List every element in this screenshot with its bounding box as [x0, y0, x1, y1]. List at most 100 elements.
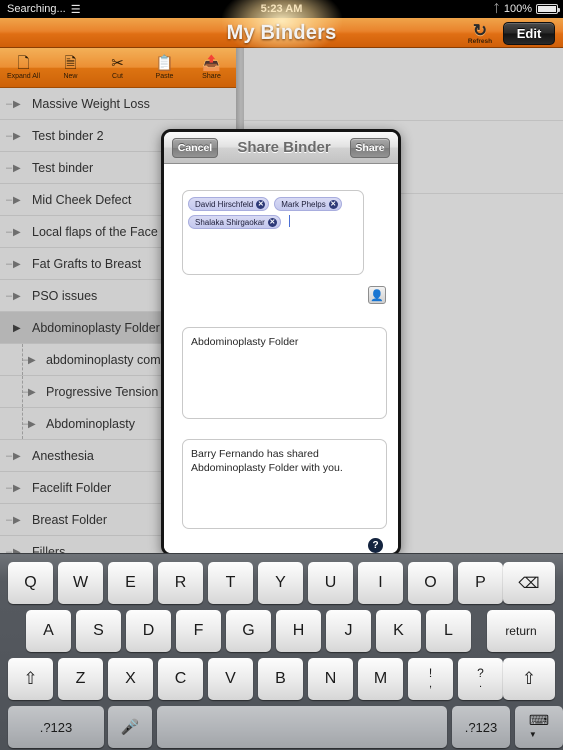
binder-row-label: Anesthesia	[32, 449, 94, 463]
binder-row[interactable]: – ▶ Massive Weight Loss	[0, 88, 236, 120]
contacts-icon[interactable]: 👤	[368, 286, 386, 304]
binder-row-label: abdominoplasty comp	[46, 353, 168, 367]
disclosure-triangle-icon[interactable]: ▶	[13, 88, 21, 120]
key-m[interactable]: M	[358, 658, 403, 700]
refresh-label: Refresh	[467, 38, 493, 45]
remove-recipient-icon[interactable]: ✕	[328, 199, 338, 209]
key-return[interactable]: return	[487, 610, 555, 652]
disclosure-triangle-icon[interactable]: ▶	[13, 440, 21, 472]
remove-recipient-icon[interactable]: ✕	[256, 199, 266, 209]
toolbar-label: Paste	[155, 72, 174, 80]
battery-icon	[536, 4, 560, 14]
disclosure-triangle-icon[interactable]: ▶	[13, 152, 21, 184]
key-k[interactable]: K	[376, 610, 421, 652]
status-clock: 5:23 AM	[260, 3, 303, 15]
help-button[interactable]: ?	[368, 538, 383, 553]
message-input[interactable]: Barry Fernando has shared Abdominoplasty…	[182, 439, 387, 529]
key-q[interactable]: Q	[8, 562, 53, 604]
toolbar-expand-all-button[interactable]: 🗋 Expand All	[0, 48, 47, 88]
recipient-token[interactable]: David Hirschfeld ✕	[188, 197, 270, 211]
expand-all-icon: 🗋	[17, 54, 30, 72]
subject-value: Abdominoplasty Folder	[191, 336, 299, 348]
key-h[interactable]: H	[276, 610, 321, 652]
key-e[interactable]: E	[108, 562, 153, 604]
key-shift-right[interactable]: ⇧	[503, 658, 555, 700]
toolbar-label: New	[63, 72, 78, 80]
share-binder-dialog: Share Binder Cancel Share David Hirschfe…	[161, 129, 401, 556]
disclosure-triangle-icon[interactable]: ▶	[13, 248, 21, 280]
disclosure-triangle-icon[interactable]: ▶	[28, 376, 36, 408]
navigation-bar: My Binders ↻ Refresh Edit	[0, 0, 563, 56]
key-exclamation-comma[interactable]: !,	[408, 658, 453, 700]
key-a[interactable]: A	[26, 610, 71, 652]
edit-button[interactable]: Edit	[503, 22, 555, 45]
toolbar-label: Expand All	[6, 72, 41, 80]
key-microphone[interactable]: 🎤	[108, 706, 152, 748]
key-d[interactable]: D	[126, 610, 171, 652]
key-numeric-left[interactable]: .?123	[8, 706, 104, 748]
key-question-period[interactable]: ?.	[458, 658, 503, 700]
remove-recipient-icon[interactable]: ✕	[267, 217, 277, 227]
key-x[interactable]: X	[108, 658, 153, 700]
key-shift-left[interactable]: ⇧	[8, 658, 53, 700]
toolbar-share-button[interactable]: 📤 Share	[188, 48, 235, 88]
dialog-header: Share Binder Cancel Share	[164, 132, 398, 164]
disclosure-triangle-icon[interactable]: ▶	[28, 344, 36, 376]
key-numeric-right[interactable]: .?123	[452, 706, 510, 748]
disclosure-triangle-icon[interactable]: ▶	[28, 408, 36, 440]
refresh-button[interactable]: ↻ Refresh	[463, 21, 497, 47]
disclosure-triangle-icon[interactable]: ▶	[13, 472, 21, 504]
disclosure-triangle-icon[interactable]: ▶	[13, 216, 21, 248]
disclosure-triangle-icon[interactable]: ▶	[13, 504, 21, 536]
key-space[interactable]	[157, 706, 447, 748]
key-backspace[interactable]: ⌫	[503, 562, 555, 604]
scissors-icon: ✂	[111, 54, 124, 72]
key-l[interactable]: L	[426, 610, 471, 652]
disclosure-triangle-icon[interactable]: ▶	[13, 312, 21, 344]
key-s[interactable]: S	[76, 610, 121, 652]
key-g[interactable]: G	[226, 610, 271, 652]
onscreen-keyboard[interactable]: Q W E R T Y U I O P ⌫ A S D F G H J K Lreturn ⇧ Z X C V B N M!,?.…	[0, 553, 563, 750]
disclosure-triangle-icon[interactable]: ▶	[13, 120, 21, 152]
key-z[interactable]: Z	[58, 658, 103, 700]
dialog-body: David Hirschfeld ✕ Mark Phelps ✕ Shalaka Shi…	[164, 164, 398, 553]
battery-percent-label: 100%	[503, 3, 532, 15]
toolbar-new-button[interactable]: 🗎 New	[47, 48, 94, 88]
key-hide-keyboard[interactable]: ⌨ ▼	[515, 706, 563, 748]
recipient-token[interactable]: Shalaka Shirgaokar ✕	[188, 215, 281, 229]
disclosure-triangle-icon[interactable]: ▶	[13, 536, 21, 554]
key-c[interactable]: C	[158, 658, 203, 700]
recipients-input[interactable]: David Hirschfeld ✕ Mark Phelps ✕ Shalaka Shi…	[182, 190, 364, 275]
key-o[interactable]: O	[408, 562, 453, 604]
key-u[interactable]: U	[308, 562, 353, 604]
recipient-name: David Hirschfeld	[195, 199, 254, 209]
cancel-button[interactable]: Cancel	[172, 138, 218, 158]
key-t[interactable]: T	[208, 562, 253, 604]
key-v[interactable]: V	[208, 658, 253, 700]
key-i[interactable]: I	[358, 562, 403, 604]
recipient-name: Mark Phelps	[281, 199, 326, 209]
disclosure-triangle-icon[interactable]: ▶	[13, 280, 21, 312]
disclosure-triangle-icon[interactable]: ▶	[13, 184, 21, 216]
share-icon: 📤	[202, 54, 221, 72]
key-j[interactable]: J	[326, 610, 371, 652]
binder-row-label: Facelift Folder	[32, 481, 112, 495]
key-n[interactable]: N	[308, 658, 353, 700]
key-y[interactable]: Y	[258, 562, 303, 604]
key-f[interactable]: F	[176, 610, 221, 652]
key-r[interactable]: R	[158, 562, 203, 604]
key-p[interactable]: P	[458, 562, 503, 604]
key-b[interactable]: B	[258, 658, 303, 700]
subject-input[interactable]: Abdominoplasty Folder	[182, 327, 387, 419]
recipient-token[interactable]: Mark Phelps ✕	[274, 197, 342, 211]
detail-rule	[244, 120, 563, 121]
toolbar-cut-button[interactable]: ✂ Cut	[94, 48, 141, 88]
binder-row-label: Abdominoplasty Folder	[32, 321, 160, 335]
binder-row-label: Abdominoplasty	[46, 417, 135, 431]
key-w[interactable]: W	[58, 562, 103, 604]
toolbar-label: Share	[202, 72, 221, 80]
toolbar: 🗋 Expand All 🗎 New ✂ Cut 📋 Paste 📤 Share	[0, 48, 236, 88]
status-right: ᛏ 100%	[493, 3, 560, 15]
toolbar-paste-button[interactable]: 📋 Paste	[141, 48, 188, 88]
share-button[interactable]: Share	[350, 138, 390, 158]
